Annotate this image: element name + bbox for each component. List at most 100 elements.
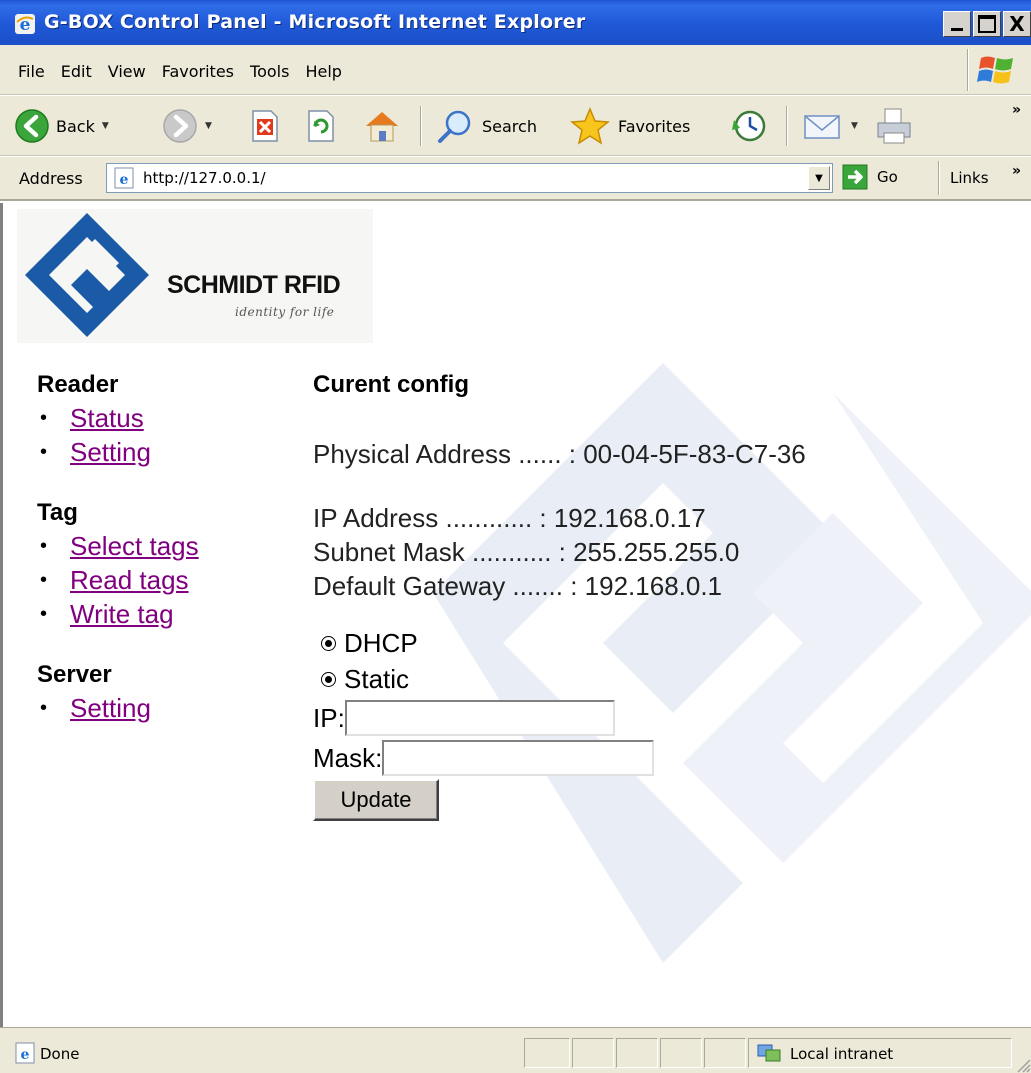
back-icon (15, 109, 49, 143)
mask-field[interactable] (382, 740, 655, 776)
status-panel (616, 1038, 658, 1068)
close-button[interactable]: X (1003, 11, 1031, 37)
stop-button[interactable] (250, 108, 280, 144)
sidebar-nav: Reader Status Setting Tag Select tags Re… (37, 371, 287, 755)
status-panel (704, 1038, 746, 1068)
link-server-setting[interactable]: Setting (70, 693, 151, 723)
menu-bar: File Edit View Favorites Tools Help (0, 45, 1031, 95)
menu-file[interactable]: File (10, 62, 53, 81)
minimize-button[interactable] (943, 11, 971, 37)
address-input[interactable]: e http://127.0.0.1/ ▼ (106, 163, 833, 193)
windows-logo-icon (977, 56, 1013, 84)
menu-edit[interactable]: Edit (53, 62, 100, 81)
address-bar: Address e http://127.0.0.1/ ▼ Go Links » (0, 157, 1031, 201)
status-panel (660, 1038, 702, 1068)
address-dropdown-icon[interactable]: ▼ (808, 166, 830, 190)
links-button[interactable]: Links (950, 169, 989, 187)
mail-dropdown-icon[interactable]: ▼ (851, 121, 858, 131)
link-select-tags[interactable]: Select tags (70, 531, 199, 561)
link-reader-setting[interactable]: Setting (70, 437, 151, 467)
update-button[interactable]: Update (313, 779, 439, 821)
nav-item-server-setting: Setting (37, 691, 287, 725)
company-logo: SCHMIDT RFID identity for life (17, 209, 373, 343)
svg-text:e: e (120, 172, 129, 188)
forward-button[interactable]: ▼ (162, 108, 212, 144)
page-content: SCHMIDT RFID identity for life Reader St… (0, 203, 1031, 1027)
address-url: http://127.0.0.1/ (143, 169, 266, 187)
menu-separator (967, 49, 969, 91)
search-button[interactable]: Search (436, 108, 537, 144)
history-button[interactable] (730, 108, 768, 144)
toolbar: Back ▼ ▼ Search Favorites ▼ » (0, 96, 1031, 156)
go-label: Go (877, 168, 898, 186)
favorites-label: Favorites (618, 116, 691, 136)
go-arrow-icon (842, 164, 868, 190)
forward-dropdown-icon[interactable]: ▼ (205, 121, 212, 131)
back-button[interactable]: Back ▼ (14, 108, 109, 144)
refresh-icon (308, 110, 334, 142)
home-button[interactable] (362, 108, 402, 144)
home-icon (366, 112, 398, 142)
forward-icon (163, 109, 197, 143)
history-icon (732, 110, 766, 142)
nav-item-select-tags: Select tags (37, 529, 287, 563)
static-label: Static (344, 663, 410, 694)
link-read-tags[interactable]: Read tags (70, 565, 189, 595)
mail-button[interactable]: ▼ (802, 108, 858, 144)
resize-grip-icon[interactable] (1015, 1057, 1031, 1073)
nav-item-read-tags: Read tags (37, 563, 287, 597)
status-bar: e Done Local intranet (0, 1027, 1031, 1073)
print-button[interactable] (874, 108, 914, 144)
mask-field-label: Mask: (313, 742, 383, 773)
static-option[interactable]: Static (321, 661, 1013, 697)
menu-tools[interactable]: Tools (242, 62, 297, 81)
favorites-button[interactable]: Favorites (568, 107, 691, 145)
subnet-mask: Subnet Mask ........... : 255.255.255.0 (313, 537, 740, 567)
nav-item-reader-setting: Setting (37, 435, 287, 469)
back-dropdown-icon[interactable]: ▼ (102, 121, 109, 131)
go-button[interactable]: Go (842, 164, 898, 190)
ip-field-label: IP: (313, 702, 345, 733)
toolbar-separator (420, 106, 422, 146)
ip-field[interactable] (344, 700, 615, 736)
local-intranet-icon (757, 1044, 781, 1062)
dhcp-option[interactable]: DHCP (321, 625, 1013, 661)
config-panel: Curent config Physical Address ...... : … (313, 371, 1013, 821)
link-write-tag[interactable]: Write tag (70, 599, 174, 629)
static-radio[interactable] (321, 671, 336, 687)
window-title: G-BOX Control Panel - Microsoft Internet… (44, 11, 586, 33)
back-label: Back (56, 116, 95, 136)
ip-address: IP Address ............ : 192.168.0.17 (313, 503, 706, 533)
address-label: Address (19, 169, 83, 188)
logo-brand: SCHMIDT RFID (167, 271, 341, 299)
status-panel (572, 1038, 614, 1068)
dhcp-label: DHCP (344, 627, 418, 658)
search-icon (438, 110, 471, 143)
maximize-button[interactable] (973, 11, 1001, 37)
nav-item-write-tag: Write tag (37, 597, 287, 631)
status-panel (524, 1038, 570, 1068)
default-gateway: Default Gateway ....... : 192.168.0.1 (313, 571, 723, 601)
menu-help[interactable]: Help (297, 62, 349, 81)
nav-heading-reader: Reader (37, 371, 119, 398)
menu-view[interactable]: View (100, 62, 154, 81)
toolbar-more-icon[interactable]: » (1012, 102, 1021, 118)
svg-text:e: e (21, 1047, 30, 1063)
links-more-icon[interactable]: » (1012, 163, 1021, 179)
physical-address: Physical Address ...... : 00-04-5F-83-C7… (313, 439, 806, 469)
refresh-button[interactable] (306, 108, 336, 144)
dhcp-radio[interactable] (321, 635, 336, 651)
status-text: Done (40, 1045, 80, 1063)
nav-item-reader-status: Status (37, 401, 287, 435)
menu-favorites[interactable]: Favorites (154, 62, 242, 81)
ie-icon: e (15, 14, 35, 35)
search-label: Search (482, 116, 537, 136)
nav-heading-server: Server (37, 661, 112, 688)
link-reader-status[interactable]: Status (70, 403, 144, 433)
address-separator (938, 161, 940, 195)
mail-icon (804, 115, 840, 139)
title-bar[interactable]: e G-BOX Control Panel - Microsoft Intern… (0, 0, 1031, 45)
stop-icon (252, 110, 278, 142)
print-icon (877, 108, 911, 144)
schmidt-logo-mark (25, 213, 149, 337)
